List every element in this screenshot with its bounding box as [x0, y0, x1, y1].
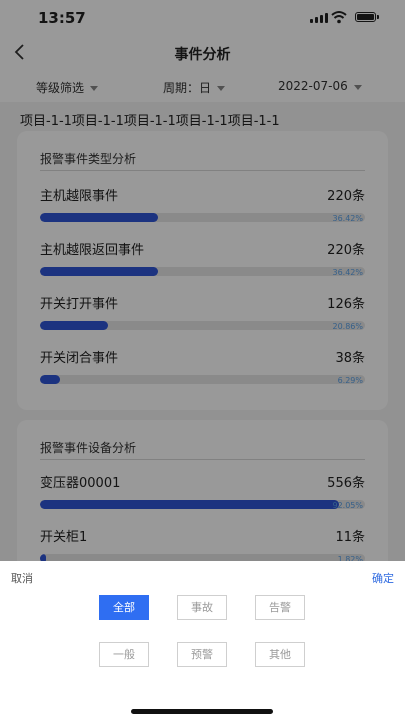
- modal-overlay[interactable]: [0, 0, 405, 561]
- option-alarm[interactable]: 告警: [255, 595, 305, 620]
- option-warning[interactable]: 预警: [177, 642, 227, 667]
- cancel-button[interactable]: 取消: [11, 570, 33, 586]
- home-indicator: [131, 709, 273, 714]
- filter-sheet: 取消 确定 全部 事故 告警 一般 预警 其他: [0, 561, 405, 720]
- option-accident[interactable]: 事故: [177, 595, 227, 620]
- option-other[interactable]: 其他: [255, 642, 305, 667]
- option-normal[interactable]: 一般: [99, 642, 149, 667]
- option-all[interactable]: 全部: [99, 595, 149, 620]
- confirm-button[interactable]: 确定: [372, 570, 394, 586]
- screen: 13:57 事件分析 等级筛选 周期：日 2022-07-06 项目-1-1项目…: [0, 0, 405, 720]
